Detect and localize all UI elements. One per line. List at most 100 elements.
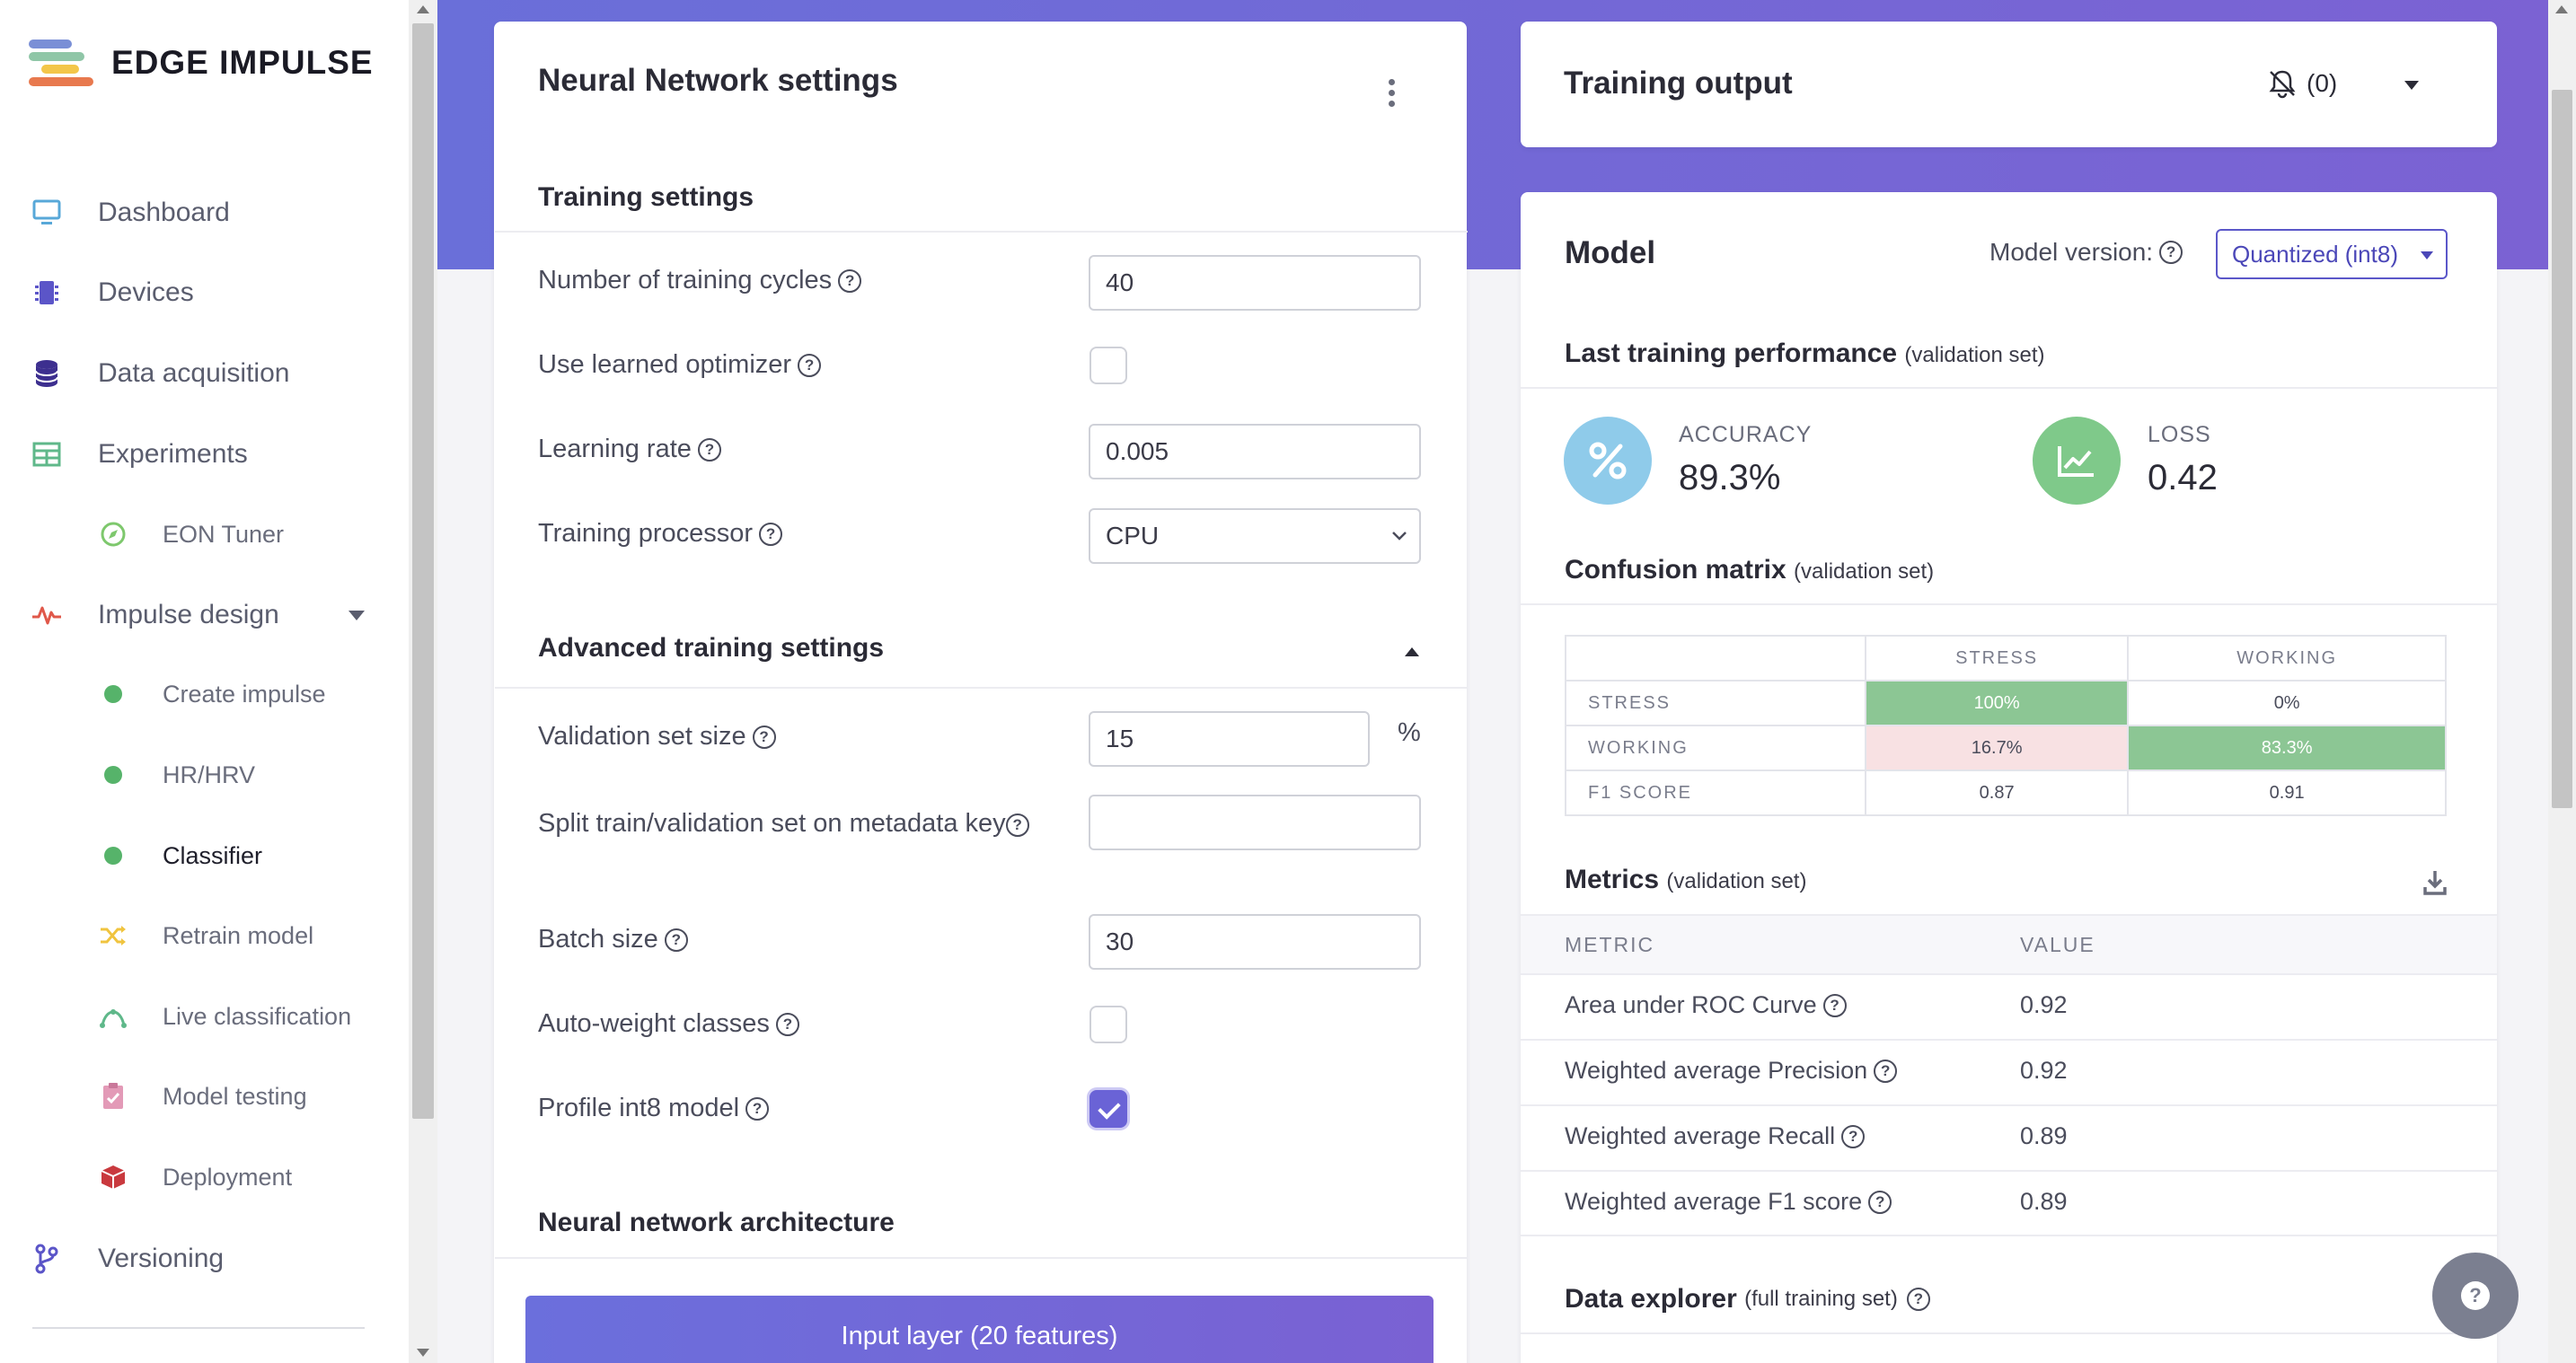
sidebar-item-impulse-design[interactable]: Impulse design <box>0 588 409 642</box>
cm-note: (validation set) <box>1794 559 1935 584</box>
model-version-label: Model version:? <box>1989 238 2183 267</box>
metric-value: 0.92 <box>2020 991 2068 1018</box>
scroll-up-arrow-icon[interactable] <box>417 5 429 13</box>
validation-unit: % <box>1398 718 1421 747</box>
split-metadata-key-input[interactable] <box>1089 795 1421 850</box>
metric-value: 0.89 <box>2020 1188 2068 1215</box>
learning-rate-input[interactable]: 0.005 <box>1089 424 1421 479</box>
chevron-down-icon[interactable] <box>348 610 365 620</box>
sidebar-item-eon-tuner[interactable]: EON Tuner <box>0 507 409 561</box>
input-layer-button[interactable]: Input layer (20 features) <box>525 1296 1434 1363</box>
clipboard-check-icon <box>97 1080 129 1112</box>
confusion-matrix-title: Confusion matrix (validation set) <box>1565 555 1934 585</box>
accuracy-value: 89.3% <box>1679 458 1781 497</box>
table-icon <box>31 438 63 470</box>
scroll-up-arrow-icon[interactable] <box>2555 5 2568 13</box>
batch-size-input[interactable]: 30 <box>1089 914 1421 970</box>
curve-icon <box>97 1000 129 1033</box>
model-title: Model <box>1565 235 1656 270</box>
help-icon[interactable]: ? <box>697 437 721 462</box>
help-icon[interactable]: ? <box>745 1096 770 1121</box>
collapse-caret-icon[interactable] <box>1405 647 1419 656</box>
bell-off-icon <box>2269 70 2296 99</box>
model-version-label-text: Model version: <box>1989 238 2154 266</box>
sidebar-item-retrain-model[interactable]: Retrain model <box>0 909 409 963</box>
help-icon[interactable]: ? <box>1874 1059 1898 1083</box>
help-icon[interactable]: ? <box>1841 1124 1866 1148</box>
help-icon[interactable]: ? <box>2159 241 2183 264</box>
sidebar-item-model-testing[interactable]: Model testing <box>0 1069 409 1123</box>
divider <box>1521 603 2497 605</box>
compass-icon <box>97 518 129 550</box>
cm-title-text: Confusion matrix <box>1565 555 1786 585</box>
learning-rate-label: Learning rate? <box>538 435 721 464</box>
sidebar-item-devices[interactable]: Devices <box>0 266 409 320</box>
sidebar-item-dashboard[interactable]: Dashboard <box>0 186 409 240</box>
scrollbar-thumb[interactable] <box>2552 90 2572 808</box>
table-header-cell: WORKING <box>2127 635 2447 682</box>
page-scrollbar[interactable] <box>2548 0 2576 1363</box>
help-icon[interactable]: ? <box>1005 813 1029 837</box>
sidebar-item-versioning[interactable]: Versioning <box>0 1232 409 1286</box>
help-icon[interactable]: ? <box>1906 1288 1930 1311</box>
metric-name: Weighted average Precision? <box>1565 1057 1898 1085</box>
help-button[interactable]: ? <box>2432 1253 2519 1339</box>
sidebar-item-classifier[interactable]: Classifier <box>0 829 409 883</box>
divider <box>495 687 1468 689</box>
metric-name: Weighted average F1 score? <box>1565 1188 1892 1216</box>
training-cycles-input[interactable]: 40 <box>1089 255 1421 311</box>
row-header-cell: F1 SCORE <box>1565 769 1866 816</box>
help-icon[interactable]: ? <box>838 268 862 293</box>
sidebar-item-deployment[interactable]: Deployment <box>0 1150 409 1204</box>
learned-optimizer-checkbox[interactable] <box>1090 347 1127 384</box>
auto-weight-label-text: Auto-weight classes <box>538 1009 770 1038</box>
download-icon[interactable] <box>2422 869 2448 896</box>
sidebar-item-label: Data acquisition <box>98 358 290 388</box>
chart-line-icon <box>2033 417 2121 505</box>
help-icon[interactable]: ? <box>775 1012 799 1036</box>
sidebar-item-label: Model testing <box>163 1082 307 1110</box>
help-icon[interactable]: ? <box>664 928 688 952</box>
sidebar-item-create-impulse[interactable]: Create impulse <box>0 667 409 721</box>
sidebar-item-label: EON Tuner <box>163 520 285 548</box>
model-version-select[interactable]: Quantized (int8) <box>2216 229 2448 279</box>
status-dot-icon <box>97 840 129 872</box>
training-processor-label: Training processor? <box>538 519 783 549</box>
table-cell: 0% <box>2127 680 2447 726</box>
auto-weight-checkbox[interactable] <box>1090 1006 1127 1043</box>
validation-size-input[interactable]: 15 <box>1089 711 1370 767</box>
training-settings-title: Training settings <box>538 182 754 212</box>
scrollbar-thumb[interactable] <box>412 23 434 1119</box>
sidebar-item-experiments[interactable]: Experiments <box>0 427 409 481</box>
notification-count: (0) <box>2307 69 2338 97</box>
help-icon[interactable]: ? <box>798 353 822 377</box>
metric-name-text: Weighted average F1 score <box>1565 1188 1863 1215</box>
validation-size-label-text: Validation set size <box>538 722 746 751</box>
sidebar-item-data-acquisition[interactable]: Data acquisition <box>0 347 409 400</box>
scroll-down-arrow-icon[interactable] <box>417 1349 429 1357</box>
sidebar-item-live-classification[interactable]: Live classification <box>0 989 409 1043</box>
help-icon[interactable]: ? <box>759 522 783 546</box>
profile-int8-checkbox[interactable] <box>1090 1090 1127 1128</box>
brand-logo[interactable]: EDGE IMPULSE <box>29 40 374 86</box>
sidebar-scrollbar[interactable] <box>409 0 437 1363</box>
database-icon <box>31 357 63 390</box>
help-icon[interactable]: ? <box>752 725 776 749</box>
data-explorer-title: Data explorer (full training set)? <box>1565 1284 1930 1315</box>
batch-size-label-text: Batch size <box>538 925 658 954</box>
monitor-icon <box>31 197 63 229</box>
perf-note: (validation set) <box>1904 343 2045 367</box>
training-processor-select[interactable]: CPU <box>1089 508 1421 564</box>
chevron-down-icon[interactable] <box>2404 81 2419 90</box>
sidebar: EDGE IMPULSE Dashboard Devices Data acqu… <box>0 0 409 1363</box>
training-output-title: Training output <box>1564 66 1793 101</box>
help-icon[interactable]: ? <box>1822 993 1847 1017</box>
metric-name-text: Weighted average Precision <box>1565 1057 1868 1084</box>
profile-int8-label-text: Profile int8 model <box>538 1094 740 1122</box>
chip-icon <box>31 277 63 309</box>
sidebar-item-hr-hrv[interactable]: HR/HRV <box>0 748 409 802</box>
notifications-toggle[interactable]: (0) <box>2267 68 2337 99</box>
help-icon[interactable]: ? <box>1868 1190 1892 1214</box>
cycles-label-text: Number of training cycles <box>538 266 833 295</box>
more-options-icon[interactable] <box>1389 79 1396 111</box>
